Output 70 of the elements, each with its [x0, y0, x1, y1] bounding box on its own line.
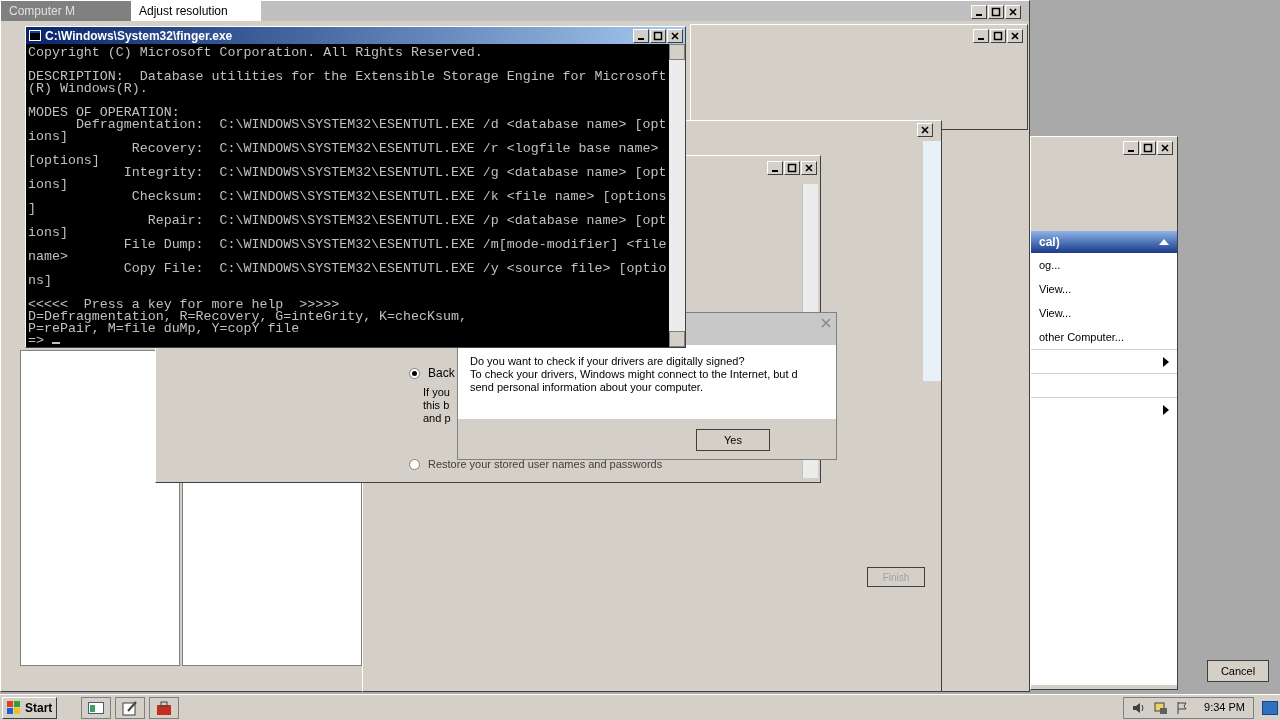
maximize-button[interactable] [1140, 141, 1156, 155]
maximize-button[interactable] [988, 5, 1004, 19]
minimize-button[interactable] [1123, 141, 1139, 155]
edit-icon [122, 699, 139, 716]
maximize-icon [1143, 143, 1153, 153]
tab[interactable]: Adjust resolution [131, 1, 261, 21]
network-icon[interactable] [1154, 700, 1169, 715]
speaker-icon[interactable] [1132, 701, 1147, 714]
taskbar-icon[interactable] [81, 696, 112, 719]
minimize-button[interactable] [971, 5, 987, 19]
close-button[interactable] [1007, 29, 1023, 43]
description-text: If you [423, 386, 451, 399]
minimize-button[interactable] [767, 161, 783, 175]
action-item[interactable]: View... [1031, 277, 1177, 301]
description-text: and p [423, 412, 452, 425]
close-icon [1010, 31, 1020, 41]
minimize-button[interactable] [973, 29, 989, 43]
close-button[interactable] [917, 123, 933, 137]
taskbar-icon[interactable] [149, 696, 180, 719]
radio-button[interactable] [409, 367, 420, 379]
scrollbar[interactable] [669, 44, 685, 347]
action-item[interactable]: View... [1031, 301, 1177, 325]
show-desktop-icon[interactable] [1262, 700, 1278, 715]
minimize-icon [638, 37, 644, 40]
close-button[interactable] [667, 28, 683, 43]
maximize-button[interactable] [784, 161, 800, 175]
action-item[interactable]: og... [1031, 253, 1177, 277]
console-icon [29, 30, 41, 41]
submenu-arrow-icon[interactable] [1163, 404, 1169, 415]
windows-logo-icon [7, 700, 21, 715]
window-title: C:\Windows\System32\finger.exe [45, 27, 233, 45]
dialog-message: Do you want to check if your drivers are digitally signed? [470, 355, 746, 368]
taskbar-icon[interactable] [115, 696, 146, 719]
option-label: Back [428, 365, 455, 382]
submenu-arrow-icon[interactable] [1163, 356, 1169, 367]
start-button[interactable]: Start [2, 696, 58, 719]
collapse-icon[interactable] [1159, 239, 1169, 245]
minimize-icon [976, 14, 982, 16]
close-button[interactable] [1005, 5, 1021, 19]
minimize-button[interactable] [633, 28, 649, 43]
close-button[interactable] [801, 161, 817, 175]
close-icon [1008, 7, 1018, 17]
actions-header: cal) [1039, 234, 1060, 251]
console-output: Copyright (C) Microsoft Corporation. All Rights Reserved. DESCRIPTION: Database utilities for the Extensible Storage Engine for Microsoft (R) Windows(R). MODES OF OPERATION: Defragmentation: C:\WINDOWS\SYSTEM32\ESENTUTL.EXE /d <database name> [opt ions] Recovery: C:\WINDOWS\SYSTEM32\ESENTUTL.EXE /r <logfile base name> [options] Integrity: C:\WINDOWS\SYSTEM32\ESENTUTL.EXE /g <database name> [opt ions] Checksum: C:\WINDOWS\SYSTEM32\ESENTUTL.EXE /k <file name> [options ] Repair: C:\WINDOWS\SYSTEM32\ESENTUTL.EXE /p <database name> [opt ions] File Dump: C:\WINDOWS\SYSTEM32\ESENTUTL.EXE /m[mode-modifier] <file name> Copy File: C:\WINDOWS\SYSTEM32\ESENTUTL.EXE /y <source file> [optio ns] <<<<< Press a key for more help >>>>> D=Defragmentation, R=Recovery, G=inteGrity, K=checKsum, P=rePair, M=file duMp, Y=copY file => [26, 44, 669, 347]
minimize-icon [1128, 150, 1134, 152]
close-icon [670, 30, 680, 41]
maximize-icon [653, 30, 663, 41]
flag-icon[interactable] [1176, 700, 1189, 715]
maximize-icon [787, 163, 797, 173]
close-icon [1160, 143, 1170, 153]
close-button[interactable] [1157, 141, 1173, 155]
dialog-message: send personal information about your computer. [470, 381, 704, 394]
maximize-button[interactable] [990, 29, 1006, 43]
close-icon [804, 163, 814, 173]
action-item[interactable]: other Computer... [1031, 325, 1177, 349]
maximize-button[interactable] [650, 28, 666, 43]
cancel-button[interactable]: Cancel [1207, 660, 1269, 682]
maximize-icon [993, 31, 1003, 41]
close-icon [920, 125, 930, 135]
option-label: Restore your stored user names and passwords [428, 457, 663, 472]
minimize-icon [772, 170, 778, 172]
minimize-icon [978, 38, 984, 40]
maximize-icon [991, 7, 1001, 17]
yes-button[interactable]: Yes [696, 429, 770, 451]
clock: 9:34 PM [1204, 700, 1245, 716]
window-icon [88, 701, 105, 714]
dialog-message: To check your drivers, Windows might connect to the Internet, but d [470, 368, 799, 381]
toolbox-icon [156, 699, 173, 716]
description-text: this b [423, 399, 451, 412]
radio-button[interactable] [409, 458, 420, 470]
